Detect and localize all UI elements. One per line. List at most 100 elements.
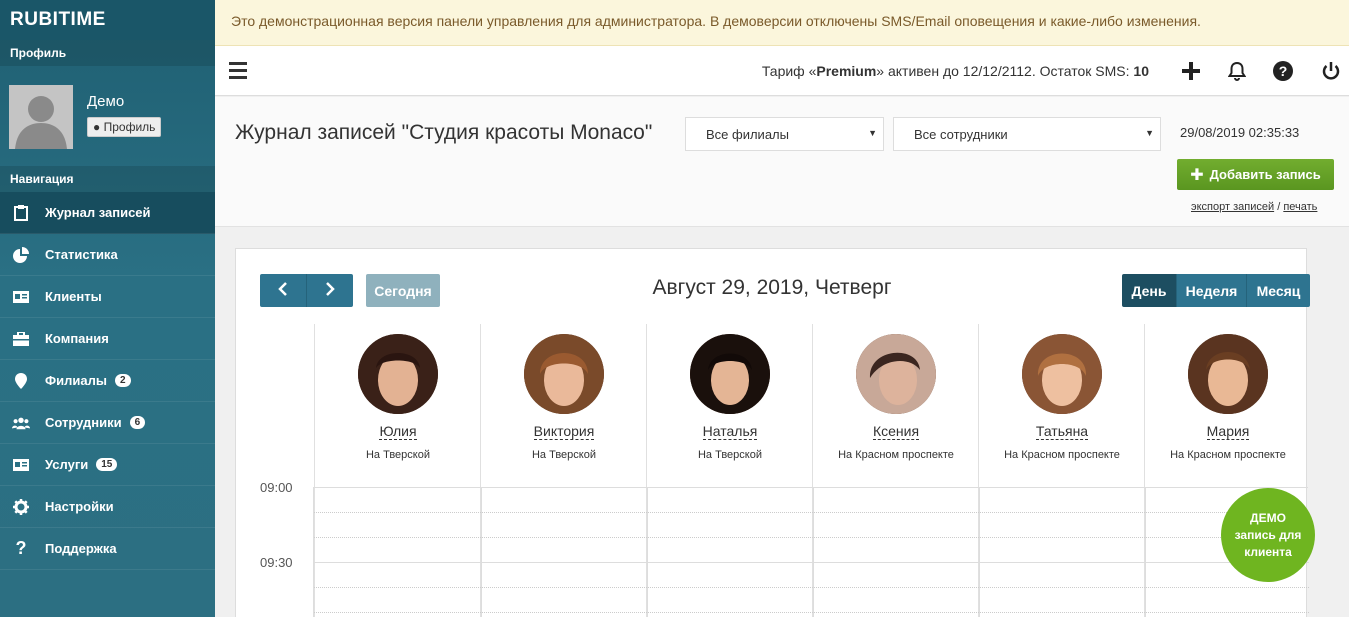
staff-avatar[interactable] (1022, 334, 1102, 414)
id-card-icon (12, 288, 30, 306)
staff-branch: На Красном проспекте (838, 449, 954, 461)
sidebar-item-label: Настройки (45, 499, 114, 514)
prev-button[interactable] (260, 274, 307, 307)
staff-name-text[interactable]: Татьяна (1035, 423, 1089, 440)
plus-icon[interactable] (1179, 59, 1203, 83)
staff-avatar[interactable] (358, 334, 438, 414)
demo-bubble-line1: ДЕМО (1250, 510, 1286, 525)
staff-name-text[interactable]: Мария (1206, 423, 1250, 440)
time-label: 09:30 (260, 555, 293, 570)
staff-name-text[interactable]: Виктория (533, 423, 595, 440)
current-datetime: 29/08/2019 02:35:33 (1180, 125, 1300, 140)
grid-line (314, 587, 1309, 588)
demo-client-booking-button[interactable]: ДЕМО запись для клиента (1221, 488, 1315, 582)
staff-avatar[interactable] (1188, 334, 1268, 414)
profile-section-label: Профиль (0, 40, 215, 66)
grid-column-divider (1145, 488, 1146, 617)
staff-select-value: Все сотрудники (914, 127, 1008, 142)
grid-column-divider (979, 488, 980, 617)
staff-name[interactable]: Мария (1145, 423, 1311, 440)
chevron-left-icon (278, 282, 288, 299)
tariff-suffix: » активен до 12/12/2112. Остаток SMS: (876, 63, 1134, 79)
caret-down-icon: ▼ (868, 128, 877, 138)
menu-toggle-icon[interactable] (229, 62, 247, 79)
profile-button-label: Профиль (103, 120, 156, 134)
sidebar-item-settings[interactable]: Настройки (0, 486, 215, 528)
view-switcher: День Неделя Месяц (1122, 274, 1310, 307)
brand-logo[interactable]: RUBITIME (0, 0, 215, 40)
sidebar-item-statistics[interactable]: Статистика (0, 234, 215, 276)
next-button[interactable] (307, 274, 353, 307)
sidebar-item-journal[interactable]: Журнал записей (0, 192, 215, 234)
avatar[interactable] (9, 85, 73, 149)
map-marker-icon (12, 372, 30, 390)
profile-button[interactable]: ● Профиль (87, 117, 162, 137)
staff-avatar[interactable] (856, 334, 936, 414)
add-record-label: Добавить запись (1209, 167, 1321, 182)
profile-block: Демо ● Профиль (0, 66, 215, 166)
staff-branch: На Тверской (531, 449, 596, 461)
power-icon[interactable] (1319, 59, 1343, 83)
sidebar-item-label: Клиенты (45, 289, 102, 304)
export-link[interactable]: экспорт записей (1191, 201, 1274, 213)
staff-name[interactable]: Юлия (315, 423, 481, 440)
link-separator: / (1277, 201, 1281, 213)
branches-count-badge: 2 (114, 374, 131, 387)
help-icon[interactable]: ? (1271, 59, 1295, 83)
view-month-button[interactable]: Месяц (1247, 274, 1310, 307)
top-bar: Тариф «Premium» активен до 12/12/2112. О… (215, 46, 1349, 96)
list-card-icon (12, 456, 30, 474)
staff-name[interactable]: Ксения (813, 423, 979, 440)
user-name: Демо (87, 93, 125, 110)
bell-icon[interactable] (1225, 59, 1249, 83)
page-header: Журнал записей "Студия красоты Monaco" В… (215, 97, 1349, 227)
svg-text:?: ? (1279, 63, 1288, 79)
staff-name-text[interactable]: Ксения (872, 423, 920, 440)
today-button[interactable]: Сегодня (366, 274, 440, 307)
sidebar-item-staff[interactable]: Сотрудники 6 (0, 402, 215, 444)
view-week-button[interactable]: Неделя (1177, 274, 1247, 307)
sidebar-item-label: Филиалы (45, 373, 107, 388)
chevron-right-icon (325, 282, 335, 299)
staff-branch: На Тверской (365, 449, 430, 461)
clipboard-icon (12, 204, 30, 222)
view-day-button[interactable]: День (1122, 274, 1177, 307)
sidebar-item-label: Журнал записей (45, 205, 151, 220)
sidebar-item-services[interactable]: Услуги 15 (0, 444, 215, 486)
demo-bubble-line2: запись для клиента (1234, 527, 1302, 559)
staff-select[interactable]: Все сотрудники ▼ (893, 117, 1161, 151)
staff-avatar[interactable] (524, 334, 604, 414)
grid-line (314, 537, 1309, 538)
staff-name-text[interactable]: Юлия (379, 423, 417, 440)
grid-line (314, 562, 1309, 563)
sidebar-item-label: Услуги (45, 457, 89, 472)
header-links: экспорт записей / печать (1191, 201, 1317, 213)
add-record-button[interactable]: ✚ Добавить запись (1177, 159, 1334, 190)
grid-column-divider (813, 488, 814, 617)
staff-name[interactable]: Татьяна (979, 423, 1145, 440)
sidebar-item-company[interactable]: Компания (0, 318, 215, 360)
pie-chart-icon (12, 246, 30, 264)
question-icon: ? (15, 538, 27, 558)
sidebar: RUBITIME Профиль Демо ● Профиль Навигаци… (0, 0, 215, 617)
services-count-badge: 15 (96, 458, 118, 471)
staff-name[interactable]: Виктория (481, 423, 647, 440)
staff-name[interactable]: Наталья (647, 423, 813, 440)
staff-avatar[interactable] (690, 334, 770, 414)
schedule-grid[interactable] (313, 487, 1309, 617)
sidebar-item-branches[interactable]: Филиалы 2 (0, 360, 215, 402)
plus-icon: ✚ (1190, 166, 1204, 184)
sms-count: 10 (1133, 63, 1149, 79)
staff-count-badge: 6 (129, 416, 146, 429)
staff-name-text[interactable]: Наталья (702, 423, 758, 440)
demo-notice-banner: Это демонстрационная версия панели управ… (215, 0, 1349, 46)
calendar-panel: Август 29, 2019, Четверг Сегодня День Не… (235, 248, 1310, 617)
branch-select[interactable]: Все филиалы ▼ (685, 117, 884, 151)
tariff-info: Тариф «Premium» активен до 12/12/2112. О… (762, 63, 1149, 79)
sidebar-item-support[interactable]: ? Поддержка (0, 528, 215, 570)
sidebar-item-clients[interactable]: Клиенты (0, 276, 215, 318)
page-title: Журнал записей "Студия красоты Monaco" (235, 121, 653, 144)
print-link[interactable]: печать (1283, 201, 1317, 213)
sidebar-item-label: Сотрудники (45, 415, 122, 430)
sidebar-item-label: Компания (45, 331, 109, 346)
